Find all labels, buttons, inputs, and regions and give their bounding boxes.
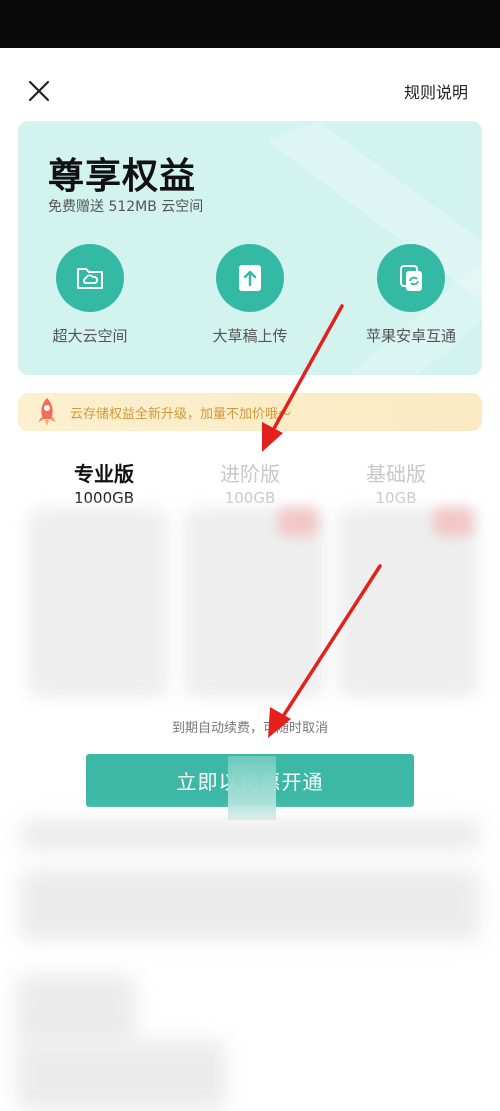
price-card[interactable] — [28, 508, 168, 698]
tier-size: 100GB — [224, 489, 276, 507]
upgrade-banner-text: 云存储权益全新升级，加量不加价哦～ — [70, 407, 292, 422]
benefit-cloud-space: 超大云空间 — [30, 244, 150, 346]
discount-badge — [433, 508, 473, 536]
tier-name: 专业版 — [74, 462, 134, 486]
price-card[interactable] — [338, 508, 478, 698]
tier-name: 基础版 — [366, 462, 426, 486]
upload-arrow-icon — [216, 244, 284, 312]
tier-professional[interactable]: 专业版 1000GB — [34, 458, 174, 507]
benefit-label: 超大云空间 — [52, 327, 128, 345]
benefit-label: 大草稿上传 — [212, 327, 288, 345]
benefit-large-upload: 大草稿上传 — [190, 244, 310, 346]
card-title: 尊享权益 — [48, 156, 197, 197]
tier-advanced[interactable]: 进阶版 100GB — [180, 458, 320, 507]
blurred-content — [16, 975, 136, 1045]
cloud-folder-icon — [56, 244, 124, 312]
blurred-content — [20, 870, 480, 940]
close-icon[interactable] — [26, 78, 52, 104]
tier-size: 1000GB — [73, 489, 135, 507]
discount-badge — [278, 508, 318, 536]
benefits-card: 尊享权益 免费赠送 512MB 云空间 超大云空间 大草稿上传 苹果安卓互通 — [18, 121, 482, 375]
status-bar — [0, 0, 500, 48]
card-subtitle: 免费赠送 512MB 云空间 — [48, 199, 204, 215]
rocket-icon — [38, 398, 56, 426]
rules-link[interactable]: 规则说明 — [404, 79, 468, 103]
price-card[interactable] — [184, 508, 324, 698]
tier-basic[interactable]: 基础版 10GB — [326, 458, 466, 507]
benefit-cross-platform: 苹果安卓互通 — [351, 244, 471, 346]
tier-size: 10GB — [375, 489, 417, 507]
upgrade-banner: 云存储权益全新升级，加量不加价哦～ — [18, 393, 482, 431]
price-cards-blurred — [28, 508, 478, 703]
tier-name: 进阶版 — [220, 462, 280, 486]
redaction-mask — [228, 756, 276, 820]
blurred-content — [20, 820, 480, 850]
sync-icon — [377, 244, 445, 312]
blurred-content — [16, 1040, 226, 1110]
auto-renew-note: 到期自动续费，可随时取消 — [171, 721, 328, 736]
benefit-label: 苹果安卓互通 — [365, 327, 456, 345]
